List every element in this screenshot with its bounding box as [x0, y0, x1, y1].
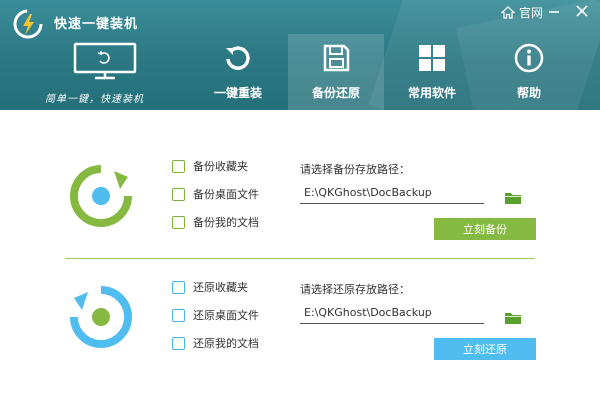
slogan-text: 简单一键，快速装机 — [45, 94, 144, 105]
option-label: 备份我的文档 — [193, 216, 259, 229]
backup-path-label: 请选择备份存放路径： — [300, 163, 410, 176]
backup-option-favorites[interactable]: 备份收藏夹 — [172, 158, 248, 174]
restore-favorites-checkbox[interactable] — [172, 280, 185, 294]
tab-backup-restore[interactable]: 备份还原 — [288, 34, 384, 110]
section-divider — [65, 258, 535, 259]
option-label: 还原我的文档 — [193, 337, 259, 350]
header-bar: 快速一键装机 官网 简单一键，快速装机 一键重装 备份还原 常用软件 帮助 — [0, 0, 600, 110]
option-label: 还原桌面文件 — [193, 309, 259, 322]
backup-option-documents[interactable]: 备份我的文档 — [172, 214, 259, 230]
backup-documents-checkbox[interactable] — [172, 215, 185, 229]
save-disk-icon — [323, 44, 350, 72]
restore-option-desktop[interactable]: 还原桌面文件 — [172, 307, 259, 323]
backup-favorites-checkbox[interactable] — [172, 159, 185, 173]
tab-label: 备份还原 — [311, 86, 360, 100]
restore-path-input[interactable] — [300, 302, 484, 324]
option-label: 备份桌面文件 — [193, 188, 259, 201]
app-logo-icon — [13, 9, 43, 39]
backup-path-input[interactable] — [300, 182, 484, 204]
option-label: 备份收藏夹 — [193, 160, 248, 173]
tab-common-software[interactable]: 常用软件 — [384, 42, 480, 110]
restore-desktop-checkbox[interactable] — [172, 308, 185, 322]
tab-reinstall[interactable]: 一键重装 — [190, 42, 286, 110]
restore-icon — [70, 286, 132, 348]
folder-icon[interactable] — [504, 191, 522, 205]
restore-option-documents[interactable]: 还原我的文档 — [172, 335, 259, 351]
restore-option-favorites[interactable]: 还原收藏夹 — [172, 279, 248, 295]
backup-desktop-checkbox[interactable] — [172, 187, 185, 201]
restart-icon — [226, 46, 250, 70]
folder-icon[interactable] — [504, 311, 522, 325]
home-icon — [501, 6, 515, 19]
tab-help[interactable]: 帮助 — [481, 42, 577, 110]
tab-label: 一键重装 — [213, 86, 262, 100]
tab-label: 帮助 — [516, 86, 541, 100]
minimize-icon[interactable] — [546, 3, 562, 19]
backup-icon — [70, 165, 132, 227]
restore-documents-checkbox[interactable] — [172, 336, 185, 350]
info-icon — [514, 43, 544, 73]
official-site-link[interactable]: 官网 — [501, 4, 543, 21]
restore-path-label: 请选择还原存放路径： — [300, 283, 410, 296]
backup-now-button[interactable]: 立刻备份 — [434, 218, 536, 240]
backup-option-desktop[interactable]: 备份桌面文件 — [172, 186, 259, 202]
app-title: 快速一键装机 — [54, 17, 139, 32]
option-label: 还原收藏夹 — [193, 281, 248, 294]
apps-grid-icon — [419, 45, 445, 71]
tab-label: 常用软件 — [407, 86, 456, 100]
official-site-label: 官网 — [519, 6, 544, 20]
close-icon[interactable] — [574, 3, 590, 19]
restore-now-button[interactable]: 立刻还原 — [434, 338, 536, 360]
monitor-icon — [73, 42, 137, 80]
